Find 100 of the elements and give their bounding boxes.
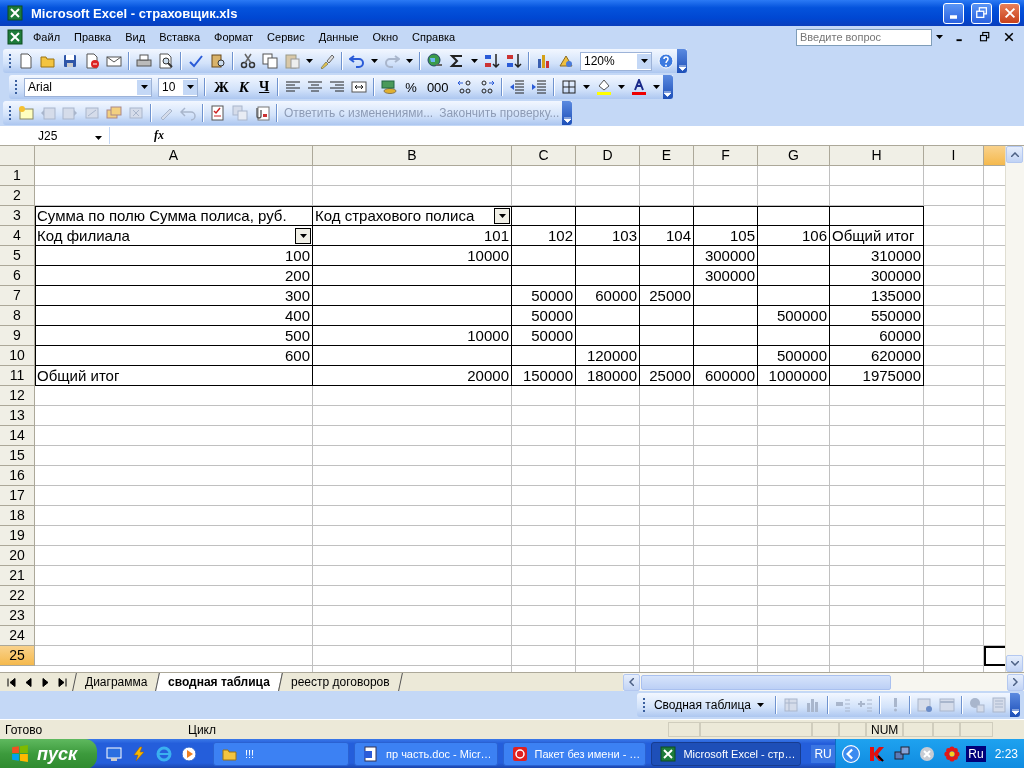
- pivot-table-menu[interactable]: Сводная таблица: [648, 698, 772, 712]
- field-list-icon[interactable]: [969, 697, 985, 713]
- caret-icon[interactable]: [299, 233, 307, 238]
- folder-icon[interactable]: [40, 53, 56, 69]
- thousands-button[interactable]: 000: [421, 79, 454, 95]
- sheet-tab[interactable]: реестр договоров: [278, 673, 403, 691]
- row-header[interactable]: 23: [0, 606, 35, 626]
- column-header[interactable]: F: [694, 146, 758, 166]
- dropdown-button[interactable]: [295, 227, 311, 244]
- sheet-tab[interactable]: сводная таблица: [155, 673, 284, 691]
- row-header[interactable]: 13: [0, 406, 35, 426]
- autosum-icon[interactable]: [449, 53, 465, 69]
- caret-icon[interactable]: [140, 85, 148, 89]
- messenger-icon[interactable]: [919, 746, 936, 762]
- row-header[interactable]: 4: [0, 226, 35, 246]
- spelling-icon[interactable]: [188, 53, 204, 69]
- network-icon[interactable]: [894, 746, 911, 762]
- email-icon[interactable]: [106, 53, 122, 69]
- row-header[interactable]: 14: [0, 426, 35, 446]
- caret-icon[interactable]: [371, 59, 378, 63]
- media-player-icon[interactable]: [181, 746, 197, 762]
- menu-item[interactable]: Файл: [26, 29, 68, 45]
- taskbar-button[interactable]: Microsoft Excel - стр…: [651, 742, 802, 766]
- toolbar-options-button[interactable]: [677, 49, 687, 73]
- column-header[interactable]: B: [313, 146, 512, 166]
- hyperlink-icon[interactable]: [427, 53, 443, 69]
- caret-icon[interactable]: [95, 135, 102, 140]
- toolbar-options-button[interactable]: [1010, 693, 1020, 717]
- toolbar-options-button[interactable]: [662, 75, 673, 99]
- scroll-left-button[interactable]: [623, 673, 640, 691]
- row-header[interactable]: 7: [0, 286, 35, 306]
- caret-icon[interactable]: [617, 85, 625, 89]
- toolbar-grip[interactable]: [8, 53, 12, 69]
- row-header[interactable]: 17: [0, 486, 35, 506]
- undo-icon[interactable]: [349, 53, 365, 69]
- row-header[interactable]: 6: [0, 266, 35, 286]
- toolbar-grip[interactable]: [14, 79, 18, 95]
- font-size-field[interactable]: 10: [158, 77, 198, 97]
- merge-center-icon[interactable]: [351, 79, 368, 95]
- lightning-icon[interactable]: [131, 746, 147, 762]
- align-center-icon[interactable]: [307, 79, 324, 95]
- column-header[interactable]: G: [758, 146, 830, 166]
- underline-button[interactable]: Ч: [254, 79, 275, 95]
- minimize-button[interactable]: [943, 2, 964, 24]
- scroll-thumb[interactable]: [641, 674, 891, 690]
- taskbar-button[interactable]: пр часть.doc - Micr…: [354, 742, 498, 766]
- first-sheet-icon[interactable]: [7, 677, 16, 687]
- last-sheet-icon[interactable]: [58, 677, 67, 687]
- menu-item[interactable]: Вставка: [152, 29, 207, 45]
- next-sheet-icon[interactable]: [41, 677, 50, 687]
- scroll-up-button[interactable]: [1006, 146, 1023, 163]
- row-header[interactable]: 16: [0, 466, 35, 486]
- caret-icon[interactable]: [471, 59, 478, 63]
- cut-icon[interactable]: [240, 53, 256, 69]
- toolbar-grip[interactable]: [641, 697, 646, 713]
- caret-icon[interactable]: [935, 35, 943, 39]
- menu-item[interactable]: Справка: [405, 29, 463, 45]
- help-icon[interactable]: [658, 53, 674, 69]
- name-box[interactable]: J25: [0, 127, 110, 144]
- spreadsheet-icon[interactable]: [7, 29, 23, 45]
- borders-icon[interactable]: [560, 79, 577, 95]
- print-icon[interactable]: [136, 53, 152, 69]
- taskbar-button[interactable]: !!!: [213, 742, 349, 766]
- menu-item[interactable]: Сервис: [260, 29, 312, 45]
- sort-descending-icon[interactable]: [506, 53, 522, 69]
- menu-item[interactable]: Окно: [365, 29, 406, 45]
- italic-button[interactable]: К: [233, 78, 255, 96]
- chart-icon[interactable]: [536, 53, 552, 69]
- align-left-icon[interactable]: [285, 79, 302, 95]
- row-header[interactable]: 11: [0, 366, 35, 386]
- row-header[interactable]: 1: [0, 166, 35, 186]
- menu-item[interactable]: Правка: [67, 29, 119, 45]
- dropdown-button[interactable]: [494, 207, 510, 224]
- print-preview-icon[interactable]: [158, 53, 174, 69]
- copy-icon[interactable]: [262, 53, 278, 69]
- row-header[interactable]: 20: [0, 546, 35, 566]
- percent-button[interactable]: %: [400, 79, 422, 95]
- row-header[interactable]: 15: [0, 446, 35, 466]
- sheet-tab[interactable]: Диаграмма: [72, 673, 161, 691]
- toolbar-grip[interactable]: [8, 105, 12, 121]
- row-header[interactable]: 10: [0, 346, 35, 366]
- row-header[interactable]: 5: [0, 246, 35, 266]
- restore-icon[interactable]: [979, 31, 991, 43]
- taskbar-button[interactable]: Пакет без имени - …: [502, 742, 647, 766]
- row-header[interactable]: 8: [0, 306, 35, 326]
- previous-sheet-icon[interactable]: [24, 677, 33, 687]
- zoom-field[interactable]: 120%: [580, 51, 652, 71]
- row-header[interactable]: 22: [0, 586, 35, 606]
- decrease-decimal-icon[interactable]: [478, 79, 495, 95]
- caret-icon[interactable]: [406, 59, 413, 63]
- caret-icon[interactable]: [640, 59, 648, 63]
- help-search-field[interactable]: Введите вопрос: [796, 28, 932, 46]
- row-header[interactable]: 21: [0, 566, 35, 586]
- start-button[interactable]: пуск: [0, 739, 97, 768]
- drawing-icon[interactable]: [558, 53, 574, 69]
- caret-icon[interactable]: [306, 59, 313, 63]
- column-header[interactable]: I: [924, 146, 984, 166]
- row-header[interactable]: 18: [0, 506, 35, 526]
- row-header[interactable]: 24: [0, 626, 35, 646]
- row-header[interactable]: 9: [0, 326, 35, 346]
